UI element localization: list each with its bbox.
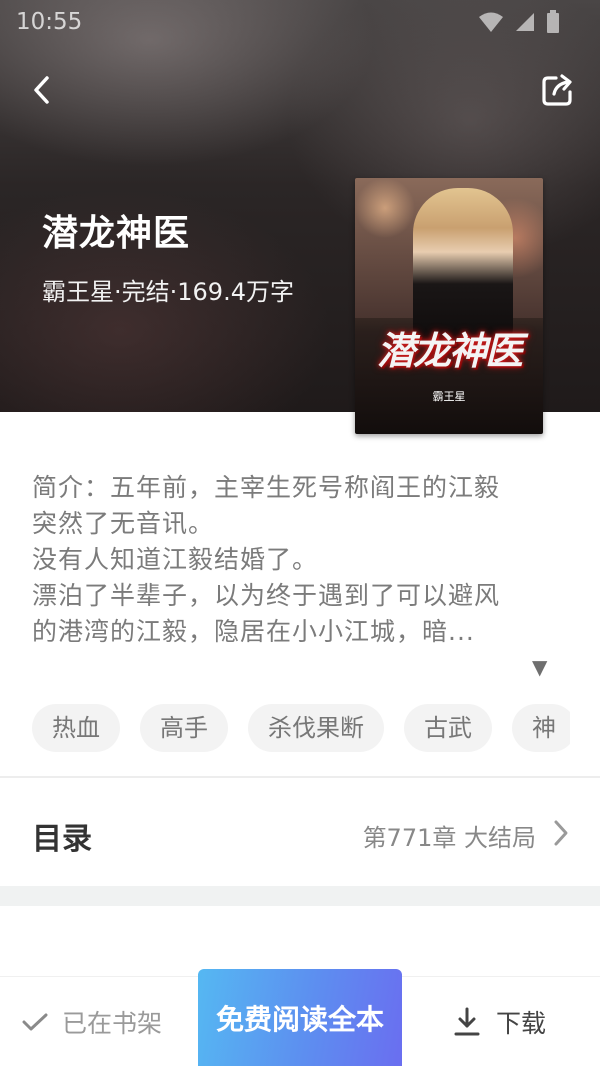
- signal-icon: [516, 13, 534, 31]
- download-button[interactable]: 下载: [452, 977, 546, 1066]
- table-of-contents-row[interactable]: 目录 第771章 大结局: [0, 782, 600, 886]
- expand-triangle-icon[interactable]: ▼: [532, 655, 547, 679]
- intro-line: 没有人知道江毅结婚了。: [32, 545, 319, 574]
- divider: [0, 776, 600, 778]
- tag-item[interactable]: 杀伐果断: [248, 704, 384, 752]
- intro-line: 突然了无音讯。: [32, 509, 215, 538]
- back-button[interactable]: [22, 68, 62, 112]
- free-read-label: 免费阅读全本: [215, 1003, 384, 1036]
- book-cover[interactable]: 潜龙神医 霸王星: [355, 178, 543, 434]
- chevron-right-icon: [554, 820, 568, 846]
- download-label: 下载: [496, 1009, 547, 1038]
- intro-line: 简介：五年前，主宰生死号称阎王的江毅: [32, 473, 501, 502]
- battery-icon: [547, 10, 559, 33]
- book-title: 潜龙神医: [42, 213, 191, 254]
- status-bar: 10:55: [0, 0, 600, 46]
- book-intro[interactable]: 简介：五年前，主宰生死号称阎王的江毅 突然了无音讯。 没有人知道江毅结婚了。 漂…: [32, 470, 562, 650]
- share-button[interactable]: [536, 68, 580, 112]
- in-bookshelf-button[interactable]: 已在书架: [22, 977, 162, 1066]
- free-read-button[interactable]: 免费阅读全本: [198, 969, 402, 1066]
- tag-item[interactable]: 古武: [404, 704, 492, 752]
- latest-chapter: 第771章 大结局: [362, 824, 536, 852]
- back-arrow-icon: [34, 76, 49, 104]
- book-meta: 霸王星·完结·169.4万字: [42, 278, 294, 306]
- checkmark-icon: [22, 1013, 48, 1031]
- cover-title: 潜龙神医: [376, 328, 523, 373]
- download-icon: [454, 1007, 480, 1036]
- section-separator: [0, 886, 600, 906]
- bottom-action-bar: 已在书架 免费阅读全本 下载: [0, 969, 600, 1066]
- wifi-icon: [479, 12, 503, 32]
- tag-item[interactable]: 热血: [32, 704, 120, 752]
- tag-item[interactable]: 高手: [140, 704, 228, 752]
- status-icons: [478, 10, 560, 34]
- toc-label: 目录: [32, 822, 92, 857]
- tag-item[interactable]: 神: [512, 704, 570, 752]
- status-time: 10:55: [16, 9, 83, 35]
- in-bookshelf-label: 已在书架: [62, 1009, 163, 1038]
- intro-line: 的港湾的江毅，隐居在小小江城，暗...: [32, 617, 475, 646]
- share-icon: [542, 74, 572, 106]
- cover-author: 霸王星: [432, 390, 466, 403]
- intro-line: 漂泊了半辈子，以为终于遇到了可以避风: [32, 581, 501, 610]
- tag-list: 热血 高手 杀伐果断 古武神: [32, 704, 570, 752]
